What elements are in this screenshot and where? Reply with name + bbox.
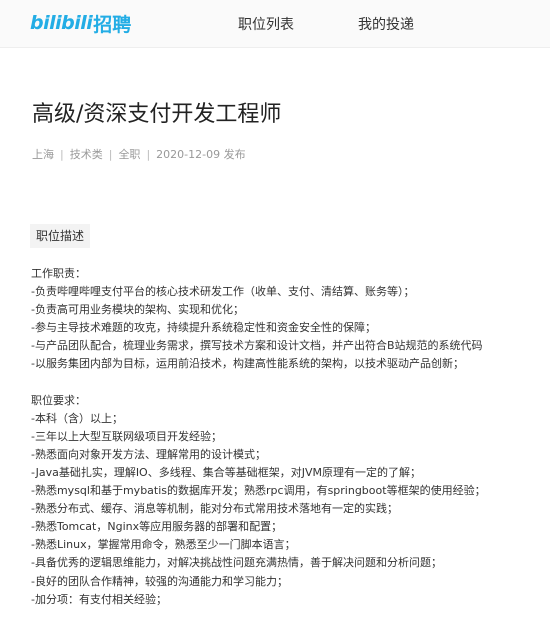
responsibility-item: -负责高可用业务模块的架构、实现和优化； [31, 303, 244, 317]
job-location: 上海 [32, 148, 54, 161]
nav-my-applications[interactable]: 我的投递 [358, 14, 414, 34]
requirement-item: -本科（含）以上； [31, 411, 123, 425]
requirement-item: -良好的团队合作精神，较强的沟通能力和学习能力； [31, 574, 288, 588]
requirement-item: -熟悉Linux，掌握常用命令，熟悉至少一门脚本语言； [31, 538, 296, 552]
responsibility-item: -与产品团队配合，梳理业务需求，撰写技术方案和设计文档，并产出符合B站规范的系统… [31, 339, 483, 353]
nav-job-list[interactable]: 职位列表 [238, 14, 294, 34]
bilibili-recruit-logo[interactable]: bilibili 招聘 [30, 9, 131, 37]
job-description-content: 工作职责： -负责哔哩哔哩支付平台的核心技术研发工作（收单、支付、清结算、账务等… [31, 265, 536, 609]
section-tab-job-description: 职位描述 [30, 224, 90, 248]
responsibility-item: -负责哔哩哔哩支付平台的核心技术研发工作（收单、支付、清结算、账务等）； [31, 285, 415, 299]
requirement-item: -熟悉分布式、缓存、消息等机制，能对分布式常用技术落地有一定的实践； [31, 502, 398, 516]
job-detail-page: bilibili 招聘 职位列表 我的投递 高级/资深支付开发工程师 上海 | … [0, 0, 550, 631]
requirements-heading: 职位要求： [31, 393, 86, 407]
top-header: bilibili 招聘 职位列表 我的投递 [0, 0, 550, 48]
job-category: 技术类 [69, 148, 103, 161]
requirement-item: -熟悉面向对象开发方法、理解常用的设计模式； [31, 447, 266, 461]
job-type: 全职 [118, 148, 141, 161]
job-title: 高级/资深支付开发工程师 [32, 102, 282, 127]
responsibilities-heading: 工作职责： [31, 267, 86, 280]
responsibility-item: -参与主导技术难题的攻克，持续提升系统稳定性和资金安全性的保障； [31, 321, 376, 335]
meta-separator: | [108, 147, 113, 161]
job-meta: 上海 | 技术类 | 全职 | 2020-12-09 发布 [32, 146, 246, 162]
logo-mark: bilibili [30, 12, 93, 34]
logo-text: 招聘 [93, 13, 132, 36]
requirement-item: -具备优秀的逻辑思维能力，对解决挑战性问题充满热情，善于解决问题和分析问题； [31, 556, 442, 570]
responsibility-item: -以服务集团内部为目标，运用前沿技术，构建高性能系统的架构，以技术驱动产品创新； [31, 357, 464, 371]
requirement-item: -熟悉mysql和基于mybatis的数据库开发；熟悉rpc调用，有spring… [31, 484, 486, 498]
meta-separator: | [146, 147, 151, 161]
job-publish-date: 2020-12-09 发布 [156, 148, 246, 161]
requirement-item: -熟悉Tomcat，Nginx等应用服务器的部署和配置； [31, 520, 283, 534]
meta-separator: | [60, 147, 64, 161]
requirement-item: -三年以上大型互联网级项目开发经验； [31, 429, 222, 443]
requirement-item: -加分项：有支付相关经验； [31, 592, 167, 606]
requirement-item: -Java基础扎实，理解IO、多线程、集合等基础框架，对JVM原理有一定的了解； [31, 465, 421, 479]
